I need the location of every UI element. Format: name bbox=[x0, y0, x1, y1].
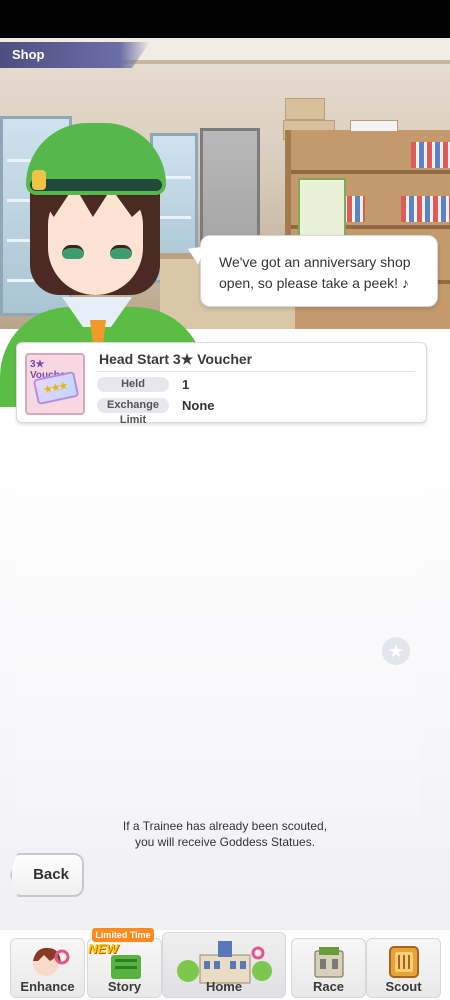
shop-list-area bbox=[0, 425, 450, 1000]
divider bbox=[97, 371, 415, 372]
limited-time-badge: Limited Time bbox=[92, 928, 154, 942]
character-eye bbox=[62, 245, 84, 259]
nav-home-label: Home bbox=[205, 979, 243, 994]
nav-race-label: Race bbox=[312, 979, 345, 994]
voucher-thumbnail: 3★ Voucher ★★★ bbox=[25, 353, 85, 415]
favorite-star-button[interactable]: ★ bbox=[382, 637, 410, 665]
item-list-panel bbox=[16, 425, 419, 815]
box bbox=[285, 98, 325, 120]
held-label: Held bbox=[97, 377, 169, 392]
character-eye bbox=[110, 245, 132, 259]
scout-icon bbox=[388, 946, 419, 978]
nav-scout-label: Scout bbox=[385, 979, 422, 994]
nav-story-label: Story bbox=[107, 979, 142, 994]
speech-bubble-text: We've got an anniversary shop open, so p… bbox=[219, 254, 411, 291]
enhance-icon bbox=[32, 947, 69, 976]
nav-home[interactable]: Home bbox=[162, 932, 286, 998]
hat-band bbox=[30, 179, 162, 191]
nav-enhance-label: Enhance bbox=[20, 979, 75, 994]
exchange-limit-value: None bbox=[182, 398, 215, 413]
speech-bubble: We've got an anniversary shop open, so p… bbox=[200, 235, 438, 307]
notice-line-2: you will receive Goddess Statues. bbox=[134, 835, 316, 849]
scout-notice: If a Trainee has already been scouted, y… bbox=[0, 818, 450, 850]
nav-race[interactable]: Race bbox=[291, 938, 366, 998]
nav-enhance[interactable]: Enhance bbox=[10, 938, 85, 998]
page-title: Shop bbox=[12, 47, 45, 62]
back-button[interactable]: Back bbox=[10, 853, 84, 897]
item-name: Head Start 3★ Voucher bbox=[99, 351, 253, 367]
shop-sign bbox=[298, 178, 346, 238]
race-icon bbox=[314, 947, 343, 978]
nav-scout[interactable]: Scout bbox=[366, 938, 441, 998]
ticket-stars: ★★★ bbox=[42, 379, 68, 397]
exchange-limit-label: Exchange Limit bbox=[97, 398, 169, 426]
item-card[interactable]: 3★ Voucher ★★★ Head Start 3★ Voucher Hel… bbox=[16, 342, 427, 426]
bottom-nav: Enhance Story Home Race Scout bbox=[0, 930, 450, 1000]
paper-stack bbox=[350, 120, 398, 132]
notice-line-1: If a Trainee has already been scouted, bbox=[122, 819, 328, 833]
phone-screen: Shop We've got an anniversary shop open,… bbox=[0, 0, 450, 1000]
held-value: 1 bbox=[182, 377, 190, 392]
shop-title-tag: Shop bbox=[0, 42, 150, 68]
star-icon: ★ bbox=[387, 641, 405, 661]
new-badge: NEW bbox=[88, 941, 119, 956]
status-bar bbox=[0, 0, 450, 38]
hat-pin bbox=[32, 170, 46, 190]
shop-character bbox=[0, 75, 210, 407]
